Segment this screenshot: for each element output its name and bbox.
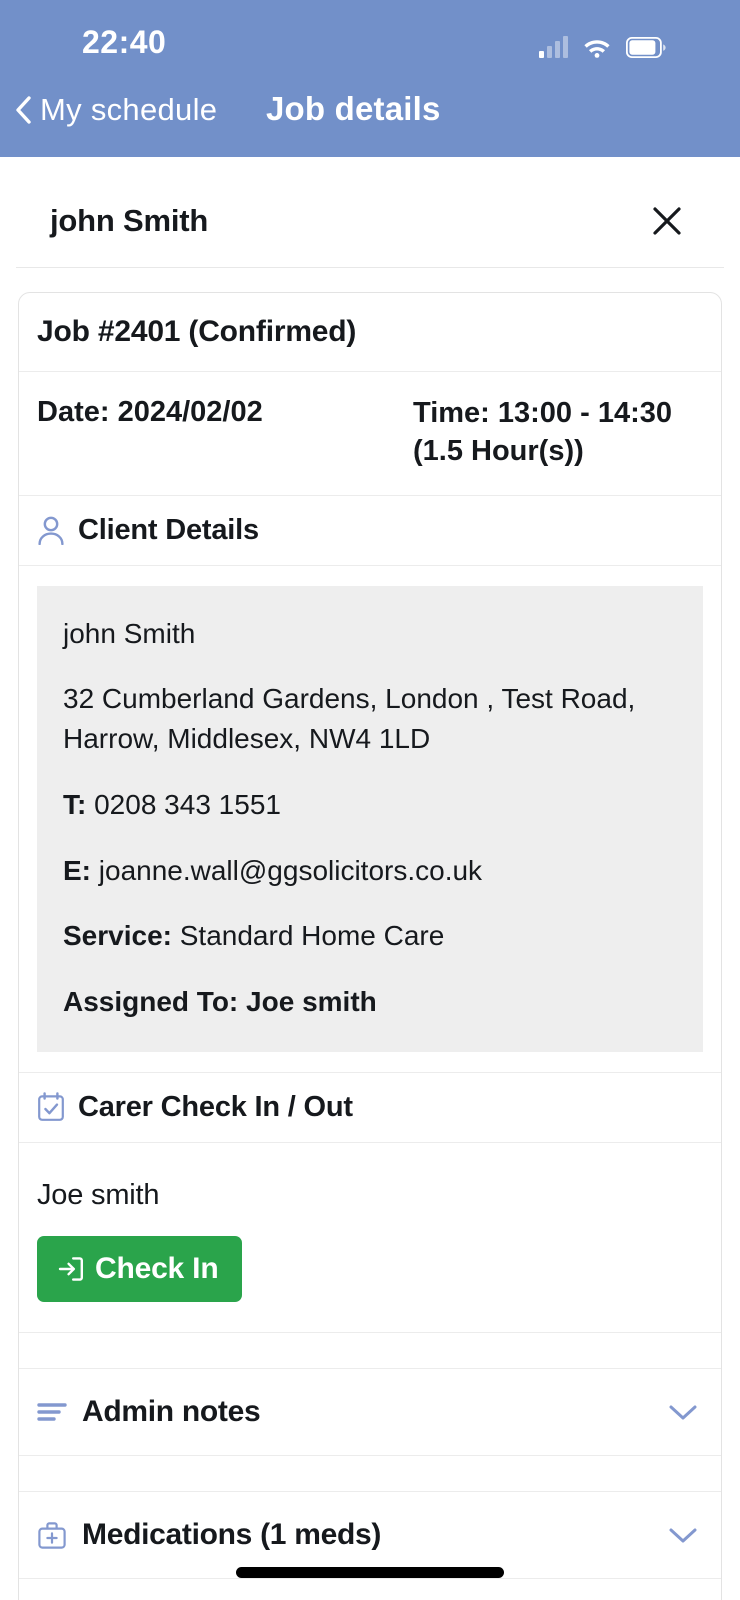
carer-checkin-label: Carer Check In / Out — [78, 1090, 353, 1123]
text-lines-icon — [37, 1403, 67, 1421]
client-service-label: Service: — [63, 920, 172, 952]
client-details-label: Client Details — [78, 513, 259, 546]
chevron-left-icon — [16, 96, 31, 124]
nav-bar: My schedule Job details — [0, 86, 740, 157]
job-datetime-row: Date: 2024/02/02 Time: 13:00 - 14:30 (1.… — [19, 372, 721, 496]
status-icons — [539, 26, 666, 58]
client-address: 32 Cumberland Gardens, London , Test Roa… — [63, 683, 636, 755]
client-panel-wrapper: john Smith 32 Cumberland Gardens, London… — [19, 566, 721, 1073]
client-assigned-value: Joe smith — [246, 986, 377, 1018]
accordion-spacer-mid — [19, 1456, 721, 1492]
accordion-medications[interactable]: Medications (1 meds) — [19, 1492, 721, 1579]
cellular-signal-icon — [539, 36, 568, 58]
carer-checkin-section-header: Carer Check In / Out — [19, 1073, 721, 1143]
calendar-check-icon — [38, 1092, 64, 1122]
client-service-value: Standard Home Care — [179, 920, 445, 952]
client-email-value: joanne.wall@ggsolicitors.co.uk — [98, 854, 483, 886]
accordion-spacer-top — [19, 1333, 721, 1369]
job-title: Job #2401 (Confirmed) — [37, 315, 357, 348]
chevron-down-icon[interactable] — [667, 1525, 699, 1545]
job-title-row: Job #2401 (Confirmed) — [19, 293, 721, 372]
job-date: Date: 2024/02/02 — [37, 396, 263, 428]
wifi-icon — [584, 40, 610, 58]
check-in-button[interactable]: Check In — [37, 1235, 243, 1302]
client-email-label: E: — [63, 854, 91, 886]
client-info-panel: john Smith 32 Cumberland Gardens, London… — [37, 585, 703, 1052]
client-email-line: E: joanne.wall@ggsolicitors.co.uk — [63, 851, 677, 891]
status-time: 22:40 — [82, 24, 167, 60]
accordion-medications-label: Medications (1 meds) — [82, 1517, 382, 1551]
carer-name: Joe smith — [37, 1178, 160, 1211]
page-content: john Smith Job #2401 (Confirmed) Date: 2… — [0, 157, 740, 1600]
client-name: john Smith — [63, 617, 196, 649]
client-assigned-line: Assigned To: Joe smith — [63, 982, 677, 1022]
client-details-section-header: Client Details — [19, 496, 721, 566]
battery-icon — [626, 37, 666, 58]
accordion-admin-notes[interactable]: Admin notes — [19, 1369, 721, 1456]
job-time: Time: 13:00 - 14:30 (1.5 Hour(s)) — [413, 397, 672, 468]
page-title: Job details — [266, 90, 441, 127]
phone-header: 22:40 My schedule Job details — [0, 0, 740, 157]
accordion-admin-notes-label: Admin notes — [82, 1394, 261, 1428]
client-header: john Smith — [16, 157, 724, 268]
client-assigned-label: Assigned To: — [63, 986, 239, 1018]
home-indicator — [236, 1567, 504, 1578]
client-service-line: Service: Standard Home Care — [63, 916, 677, 956]
accordion-spacer-bottom — [19, 1579, 721, 1600]
client-header-name: john Smith — [50, 203, 209, 238]
medical-kit-icon — [38, 1522, 66, 1549]
back-button-label: My schedule — [40, 92, 218, 127]
chevron-down-icon[interactable] — [667, 1402, 699, 1422]
back-button[interactable]: My schedule — [14, 92, 217, 128]
close-icon[interactable] — [650, 204, 684, 238]
client-phone-line: T: 0208 343 1551 — [63, 785, 677, 825]
accordion-admin-notes-left: Admin notes — [37, 1394, 261, 1429]
client-phone-value: 0208 343 1551 — [94, 788, 281, 820]
carer-checkin-body: Joe smith Check In — [19, 1143, 721, 1333]
sign-in-icon — [58, 1256, 83, 1281]
check-in-button-label: Check In — [95, 1251, 219, 1285]
status-bar: 22:40 — [0, 0, 740, 86]
person-icon — [38, 516, 64, 546]
job-details-card: Job #2401 (Confirmed) Date: 2024/02/02 T… — [18, 292, 722, 1600]
client-phone-label: T: — [63, 788, 87, 820]
accordion-medications-left: Medications (1 meds) — [37, 1518, 381, 1552]
